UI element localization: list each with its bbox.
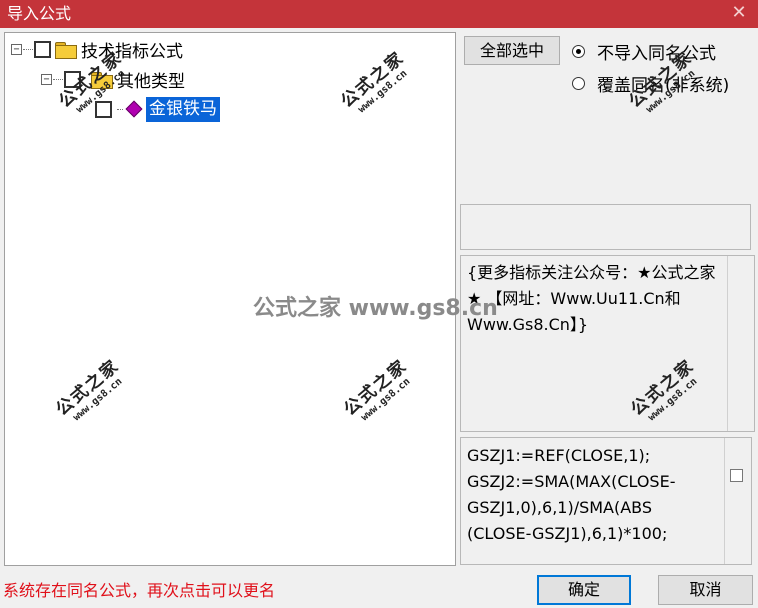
code-checkbox[interactable]: [730, 469, 743, 482]
status-message: 系统存在同名公式，再次点击可以更名: [3, 581, 276, 600]
cancel-button[interactable]: 取消: [658, 575, 753, 605]
collapse-icon[interactable]: −: [11, 43, 22, 55]
title-bar[interactable]: 导入公式 ✕: [0, 0, 758, 28]
group-checkbox[interactable]: [64, 70, 81, 88]
tree-node-label-selected[interactable]: 金银铁马: [146, 96, 220, 122]
collapse-icon[interactable]: −: [41, 73, 52, 85]
tree-node-label: 其他类型: [117, 71, 185, 92]
radio-label: 不导入同名公式: [597, 44, 716, 64]
tree-node-group[interactable]: − 其他类型: [41, 66, 185, 92]
radio-label: 覆盖同名(非系统): [597, 76, 730, 96]
radio-overwrite[interactable]: 覆盖同名(非系统): [572, 71, 729, 96]
tree-line: [23, 48, 33, 50]
root-checkbox[interactable]: [34, 40, 51, 58]
formula-tree[interactable]: − 技术指标公式 − 其他类型 金银铁马: [4, 32, 456, 566]
tree-line: [53, 78, 63, 80]
select-all-button[interactable]: 全部选中: [464, 36, 560, 65]
leaf-checkbox[interactable]: [95, 100, 112, 118]
formula-code-box[interactable]: GSZJ1:=REF(CLOSE,1); GSZJ2:=SMA(MAX(CLOS…: [460, 437, 752, 565]
formula-code-text: GSZJ1:=REF(CLOSE,1); GSZJ2:=SMA(MAX(CLOS…: [461, 438, 725, 564]
formula-icon: [125, 100, 143, 118]
tree-node-root[interactable]: − 技术指标公式: [11, 36, 183, 62]
close-icon[interactable]: ✕: [728, 2, 750, 24]
tree-line: [117, 108, 123, 110]
description-text: {更多指标关注公众号：★公式之家★ 【网址：Www.Uu11.Cn和Www.Gs…: [461, 256, 728, 431]
radio-button[interactable]: [572, 77, 585, 90]
folder-icon: [91, 71, 113, 89]
description-box[interactable]: {更多指标关注公众号：★公式之家★ 【网址：Www.Uu11.Cn和Www.Gs…: [460, 255, 755, 432]
radio-button[interactable]: [572, 45, 585, 58]
tree-node-leaf[interactable]: 金银铁马: [95, 96, 220, 122]
window-title: 导入公式: [7, 4, 72, 23]
name-field[interactable]: [460, 204, 751, 250]
ok-button[interactable]: 确定: [537, 575, 631, 605]
radio-no-import[interactable]: 不导入同名公式: [572, 39, 716, 64]
folder-icon: [55, 41, 77, 59]
tree-node-label: 技术指标公式: [81, 41, 183, 62]
